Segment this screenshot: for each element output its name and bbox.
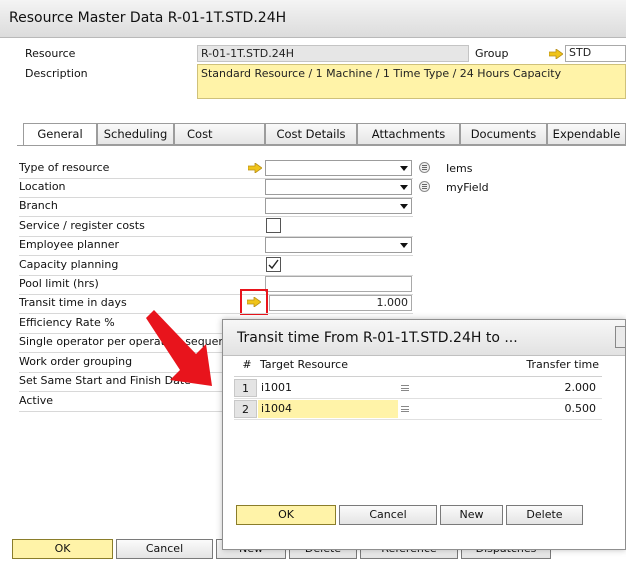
window-title: Resource Master Data R-01-1T.STD.24H: [9, 10, 287, 26]
dialog-titlebar[interactable]: Transit time From R-01-1T.STD.24H to ...: [223, 320, 625, 356]
group-field[interactable]: STD: [565, 45, 626, 62]
type-of-resource-link-arrow-icon[interactable]: [248, 163, 262, 173]
grid-row-divider: [234, 398, 602, 399]
chevron-down-icon: [400, 166, 408, 171]
dialog-window-button[interactable]: [615, 326, 625, 348]
grid-header-num: #: [242, 358, 252, 371]
capacity-planning-label: Capacity planning: [19, 258, 119, 271]
employee-planner-label: Employee planner: [19, 238, 119, 251]
resource-label: Resource: [25, 47, 76, 60]
grid-header-target: Target Resource: [260, 358, 348, 371]
dialog-new-button[interactable]: New: [440, 505, 503, 525]
capacity-planning-checkbox[interactable]: [266, 257, 281, 272]
pool-limit-label: Pool limit (hrs): [19, 277, 99, 290]
button-label: OK: [278, 508, 294, 521]
group-link-arrow-icon[interactable]: [549, 49, 563, 59]
button-label: Delete: [526, 508, 563, 521]
transit-time-field[interactable]: 1.000: [269, 295, 412, 311]
dialog-title: Transit time From R-01-1T.STD.24H to ...: [237, 330, 518, 346]
grid-row-divider: [234, 419, 602, 420]
tab-label: Expendable: [552, 127, 621, 141]
group-value: STD: [569, 46, 592, 59]
iems-list-icon[interactable]: [419, 162, 430, 173]
resource-code-value: R-01-1T.STD.24H: [201, 47, 294, 60]
iems-label: Iems: [446, 162, 473, 175]
description-value: Standard Resource / 1 Machine / 1 Time T…: [201, 67, 562, 80]
service-register-costs-checkbox[interactable]: [266, 218, 281, 233]
description-label: Description: [25, 67, 88, 80]
cancel-button[interactable]: Cancel: [116, 539, 213, 559]
grid-header-transfer: Transfer time: [526, 358, 599, 371]
transit-time-dialog: Transit time From R-01-1T.STD.24H to ...…: [222, 319, 626, 550]
transfer-time-cell[interactable]: 0.500: [415, 400, 599, 418]
tab-pane-border: [17, 145, 626, 146]
grid-header-divider: [234, 376, 602, 377]
link-list-icon[interactable]: [401, 406, 409, 412]
button-label: OK: [54, 542, 71, 555]
tab-label: Cost Details: [276, 127, 346, 141]
group-label: Group: [475, 47, 509, 60]
tab-label: Scheduling: [103, 127, 168, 141]
tab-cost[interactable]: Cost: [174, 123, 265, 145]
transit-time-value: 1.000: [376, 296, 409, 309]
chevron-down-icon: [400, 243, 408, 248]
button-label: New: [459, 508, 484, 521]
location-label: Location: [19, 180, 66, 193]
dialog-ok-button[interactable]: OK: [236, 505, 336, 525]
employee-planner-dropdown[interactable]: [265, 237, 412, 253]
chevron-down-icon: [400, 204, 408, 209]
target-resource-cell[interactable]: i1001: [258, 379, 398, 397]
red-annotation-arrow-icon: [146, 310, 212, 386]
resource-code-field[interactable]: R-01-1T.STD.24H: [197, 45, 469, 62]
type-of-resource-dropdown[interactable]: [265, 160, 412, 176]
tab-label: Cost: [187, 127, 213, 141]
tab-documents[interactable]: Documents: [460, 123, 547, 145]
button-label: Cancel: [369, 508, 407, 521]
transit-time-link-arrow-icon[interactable]: [247, 297, 261, 307]
tab-attachments[interactable]: Attachments: [357, 123, 460, 145]
tab-scheduling[interactable]: Scheduling: [97, 123, 174, 145]
grid-row-number[interactable]: 1: [234, 379, 257, 397]
checkmark-icon: [268, 259, 279, 270]
target-resource-cell[interactable]: i1004: [258, 400, 398, 418]
dialog-cancel-button[interactable]: Cancel: [339, 505, 437, 525]
tab-label: Documents: [470, 127, 537, 141]
location-dropdown[interactable]: [265, 179, 412, 195]
tab-bar: General Scheduling Cost Cost Details Att…: [17, 123, 626, 146]
myfield-label: myField: [446, 181, 489, 194]
branch-label: Branch: [19, 199, 58, 212]
ok-button[interactable]: OK: [12, 539, 113, 559]
tab-general[interactable]: General: [23, 123, 97, 146]
window-titlebar[interactable]: Resource Master Data R-01-1T.STD.24H: [0, 0, 626, 38]
link-list-icon[interactable]: [401, 385, 409, 391]
service-register-costs-label: Service / register costs: [19, 219, 145, 232]
dialog-delete-button[interactable]: Delete: [506, 505, 583, 525]
tab-label: General: [37, 127, 83, 141]
myfield-list-icon[interactable]: [419, 181, 430, 192]
grid-row-number[interactable]: 2: [234, 400, 257, 418]
description-field[interactable]: Standard Resource / 1 Machine / 1 Time T…: [197, 64, 626, 99]
chevron-down-icon: [400, 185, 408, 190]
type-of-resource-label: Type of resource: [19, 161, 110, 174]
pool-limit-field[interactable]: [265, 276, 412, 292]
tab-expendable[interactable]: Expendable: [547, 123, 626, 145]
transfer-time-cell[interactable]: 2.000: [415, 379, 599, 397]
button-label: Cancel: [145, 542, 184, 555]
branch-dropdown[interactable]: [265, 198, 412, 214]
tab-cost-details[interactable]: Cost Details: [265, 123, 357, 145]
tab-label: Attachments: [371, 127, 446, 141]
